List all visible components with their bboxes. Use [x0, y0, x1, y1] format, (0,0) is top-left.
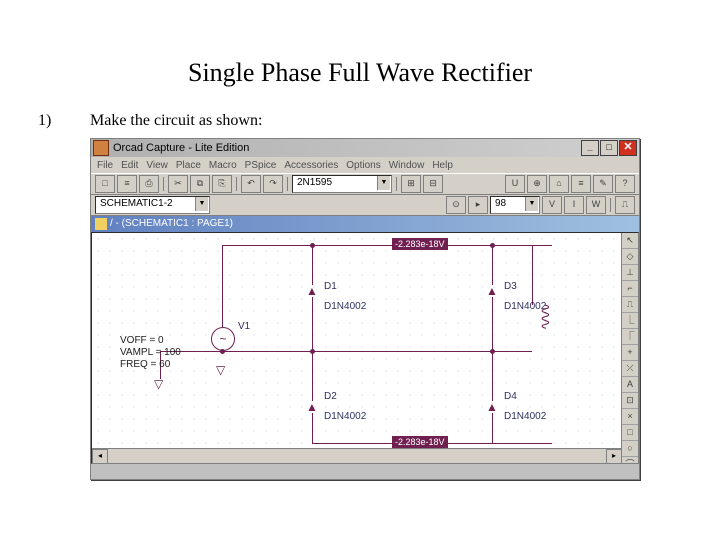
net-node	[310, 349, 315, 354]
d1-value[interactable]: D1N4002	[324, 301, 366, 312]
tool-cut-icon[interactable]: ✂	[168, 175, 188, 193]
tool-net-icon[interactable]: ⌐	[622, 281, 638, 297]
tool-icon[interactable]: ⎍	[615, 196, 635, 214]
step-instruction: Make the circuit as shown:	[90, 112, 262, 130]
source-voff[interactable]: VOFF = 0	[120, 335, 164, 346]
tool-redo-icon[interactable]: ↷	[263, 175, 283, 193]
step-number: 1)	[38, 112, 51, 130]
menu-accessories[interactable]: Accessories	[284, 160, 338, 171]
menu-view[interactable]: View	[146, 160, 168, 171]
page-title: Single Phase Full Wave Rectifier	[0, 58, 720, 88]
tool-bus-icon[interactable]: ⎍	[622, 297, 638, 313]
tool-ellipse-icon[interactable]: ○	[622, 441, 638, 457]
tool-part-icon[interactable]: ◇	[622, 249, 638, 265]
app-icon	[93, 140, 109, 156]
tool-arc-icon[interactable]: ⌒	[622, 457, 638, 464]
minimize-button[interactable]: _	[581, 140, 599, 156]
tool-help-icon[interactable]: ?	[615, 175, 635, 193]
canvas-region: V1 VOFF = 0 VAMPL = 100 FREQ = 60 ▽ ▽ ▲ …	[91, 232, 639, 464]
tool-icon[interactable]: ✎	[593, 175, 613, 193]
tool-open-icon[interactable]: ≡	[117, 175, 137, 193]
part-combo[interactable]: 2N1595	[292, 175, 392, 193]
tool-power-icon[interactable]: +	[622, 345, 638, 361]
toolbar-secondary: SCHEMATIC1-2 ⊙ ▸ 98 V I W ⎍	[91, 195, 639, 216]
menu-edit[interactable]: Edit	[121, 160, 138, 171]
tool-icon[interactable]: ⊞	[401, 175, 421, 193]
menu-options[interactable]: Options	[346, 160, 380, 171]
menu-file[interactable]: File	[97, 160, 113, 171]
place-toolbox: ↖ ◇ ⊥ ⌐ ⎍ ⎿ ⎾ + ⤫ A ⊡ × □ ○ ⌒	[621, 233, 638, 463]
d1-ref[interactable]: D1	[324, 281, 337, 292]
maximize-button[interactable]: □	[600, 140, 618, 156]
net-voltage-bottom: -2.283e-18V	[392, 436, 448, 448]
tool-save-icon[interactable]: ⎙	[139, 175, 159, 193]
diode-d3[interactable]: ▲	[485, 284, 499, 298]
tool-icon[interactable]: ⊟	[423, 175, 443, 193]
net-voltage-top: -2.283e-18V	[392, 238, 448, 250]
window-title: Orcad Capture - Lite Edition	[113, 142, 581, 154]
toolbar-main: □ ≡ ⎙ ✂ ⧉ ⎘ ↶ ↷ 2N1595 ⊞ ⊟ U ⊕ ⌂ ≡ ✎ ?	[91, 173, 639, 195]
tool-junction-icon[interactable]: ⎿	[622, 313, 638, 329]
schematic-canvas[interactable]: V1 VOFF = 0 VAMPL = 100 FREQ = 60 ▽ ▽ ▲ …	[92, 233, 622, 463]
tool-icon[interactable]: ⌂	[549, 175, 569, 193]
tool-text-icon[interactable]: A	[622, 377, 638, 393]
menu-place[interactable]: Place	[176, 160, 201, 171]
net-node	[490, 243, 495, 248]
tool-marker-icon[interactable]: ▸	[468, 196, 488, 214]
scrollbar-horizontal[interactable]: ◂ ▸	[92, 448, 622, 463]
tool-noconn-icon[interactable]: ⊡	[622, 393, 638, 409]
zoom-combo[interactable]: 98	[490, 196, 540, 214]
tool-paste-icon[interactable]: ⎘	[212, 175, 232, 193]
close-button[interactable]: ✕	[619, 140, 637, 156]
source-freq[interactable]: FREQ = 60	[120, 359, 170, 370]
tool-i-marker-icon[interactable]: I	[564, 196, 584, 214]
doc-icon	[95, 218, 107, 230]
tool-ground-icon[interactable]: ⤫	[622, 361, 638, 377]
sheet-combo[interactable]: SCHEMATIC1-2	[95, 196, 210, 214]
scroll-left-icon[interactable]: ◂	[92, 449, 108, 464]
d2-ref[interactable]: D2	[324, 391, 337, 402]
tool-copy-icon[interactable]: ⧉	[190, 175, 210, 193]
diode-d2[interactable]: ▲	[305, 400, 319, 414]
diode-d1[interactable]: ▲	[305, 284, 319, 298]
doc-title: / - (SCHEMATIC1 : PAGE1)	[110, 216, 233, 232]
tool-icon[interactable]: ≡	[571, 175, 591, 193]
d4-ref[interactable]: D4	[504, 391, 517, 402]
tool-undo-icon[interactable]: ↶	[241, 175, 261, 193]
ground-icon[interactable]: ▽	[154, 377, 163, 391]
tool-busentry-icon[interactable]: ⎾	[622, 329, 638, 345]
d3-ref[interactable]: D3	[504, 281, 517, 292]
source-refdes[interactable]: V1	[238, 321, 250, 332]
tool-wire-icon[interactable]: ⊥	[622, 265, 638, 281]
doc-titlebar[interactable]: / - (SCHEMATIC1 : PAGE1)	[91, 216, 639, 232]
tool-w-marker-icon[interactable]: W	[586, 196, 606, 214]
diode-d4[interactable]: ▲	[485, 400, 499, 414]
orcad-window: Orcad Capture - Lite Edition _ □ ✕ File …	[90, 138, 640, 480]
net-node	[310, 243, 315, 248]
load-resistor[interactable]: ∿∿∿	[538, 303, 554, 326]
ground-icon[interactable]: ▽	[216, 363, 225, 377]
tool-select-icon[interactable]: ↖	[622, 233, 638, 249]
voltage-source[interactable]	[211, 327, 235, 351]
net-node	[220, 349, 225, 354]
tool-rect-icon[interactable]: □	[622, 425, 638, 441]
menu-window[interactable]: Window	[389, 160, 425, 171]
menu-help[interactable]: Help	[432, 160, 453, 171]
tool-icon[interactable]: U	[505, 175, 525, 193]
tool-icon[interactable]: ⊕	[527, 175, 547, 193]
tool-probe-icon[interactable]: ⊙	[446, 196, 466, 214]
menubar: File Edit View Place Macro PSpice Access…	[91, 157, 639, 173]
menu-pspice[interactable]: PSpice	[245, 160, 277, 171]
net-node	[490, 349, 495, 354]
menu-macro[interactable]: Macro	[209, 160, 237, 171]
tool-new-icon[interactable]: □	[95, 175, 115, 193]
scroll-right-icon[interactable]: ▸	[606, 449, 622, 464]
d2-value[interactable]: D1N4002	[324, 411, 366, 422]
tool-v-marker-icon[interactable]: V	[542, 196, 562, 214]
titlebar[interactable]: Orcad Capture - Lite Edition _ □ ✕	[91, 139, 639, 157]
tool-close-icon[interactable]: ×	[622, 409, 638, 425]
source-vampl[interactable]: VAMPL = 100	[120, 347, 181, 358]
d4-value[interactable]: D1N4002	[504, 411, 546, 422]
